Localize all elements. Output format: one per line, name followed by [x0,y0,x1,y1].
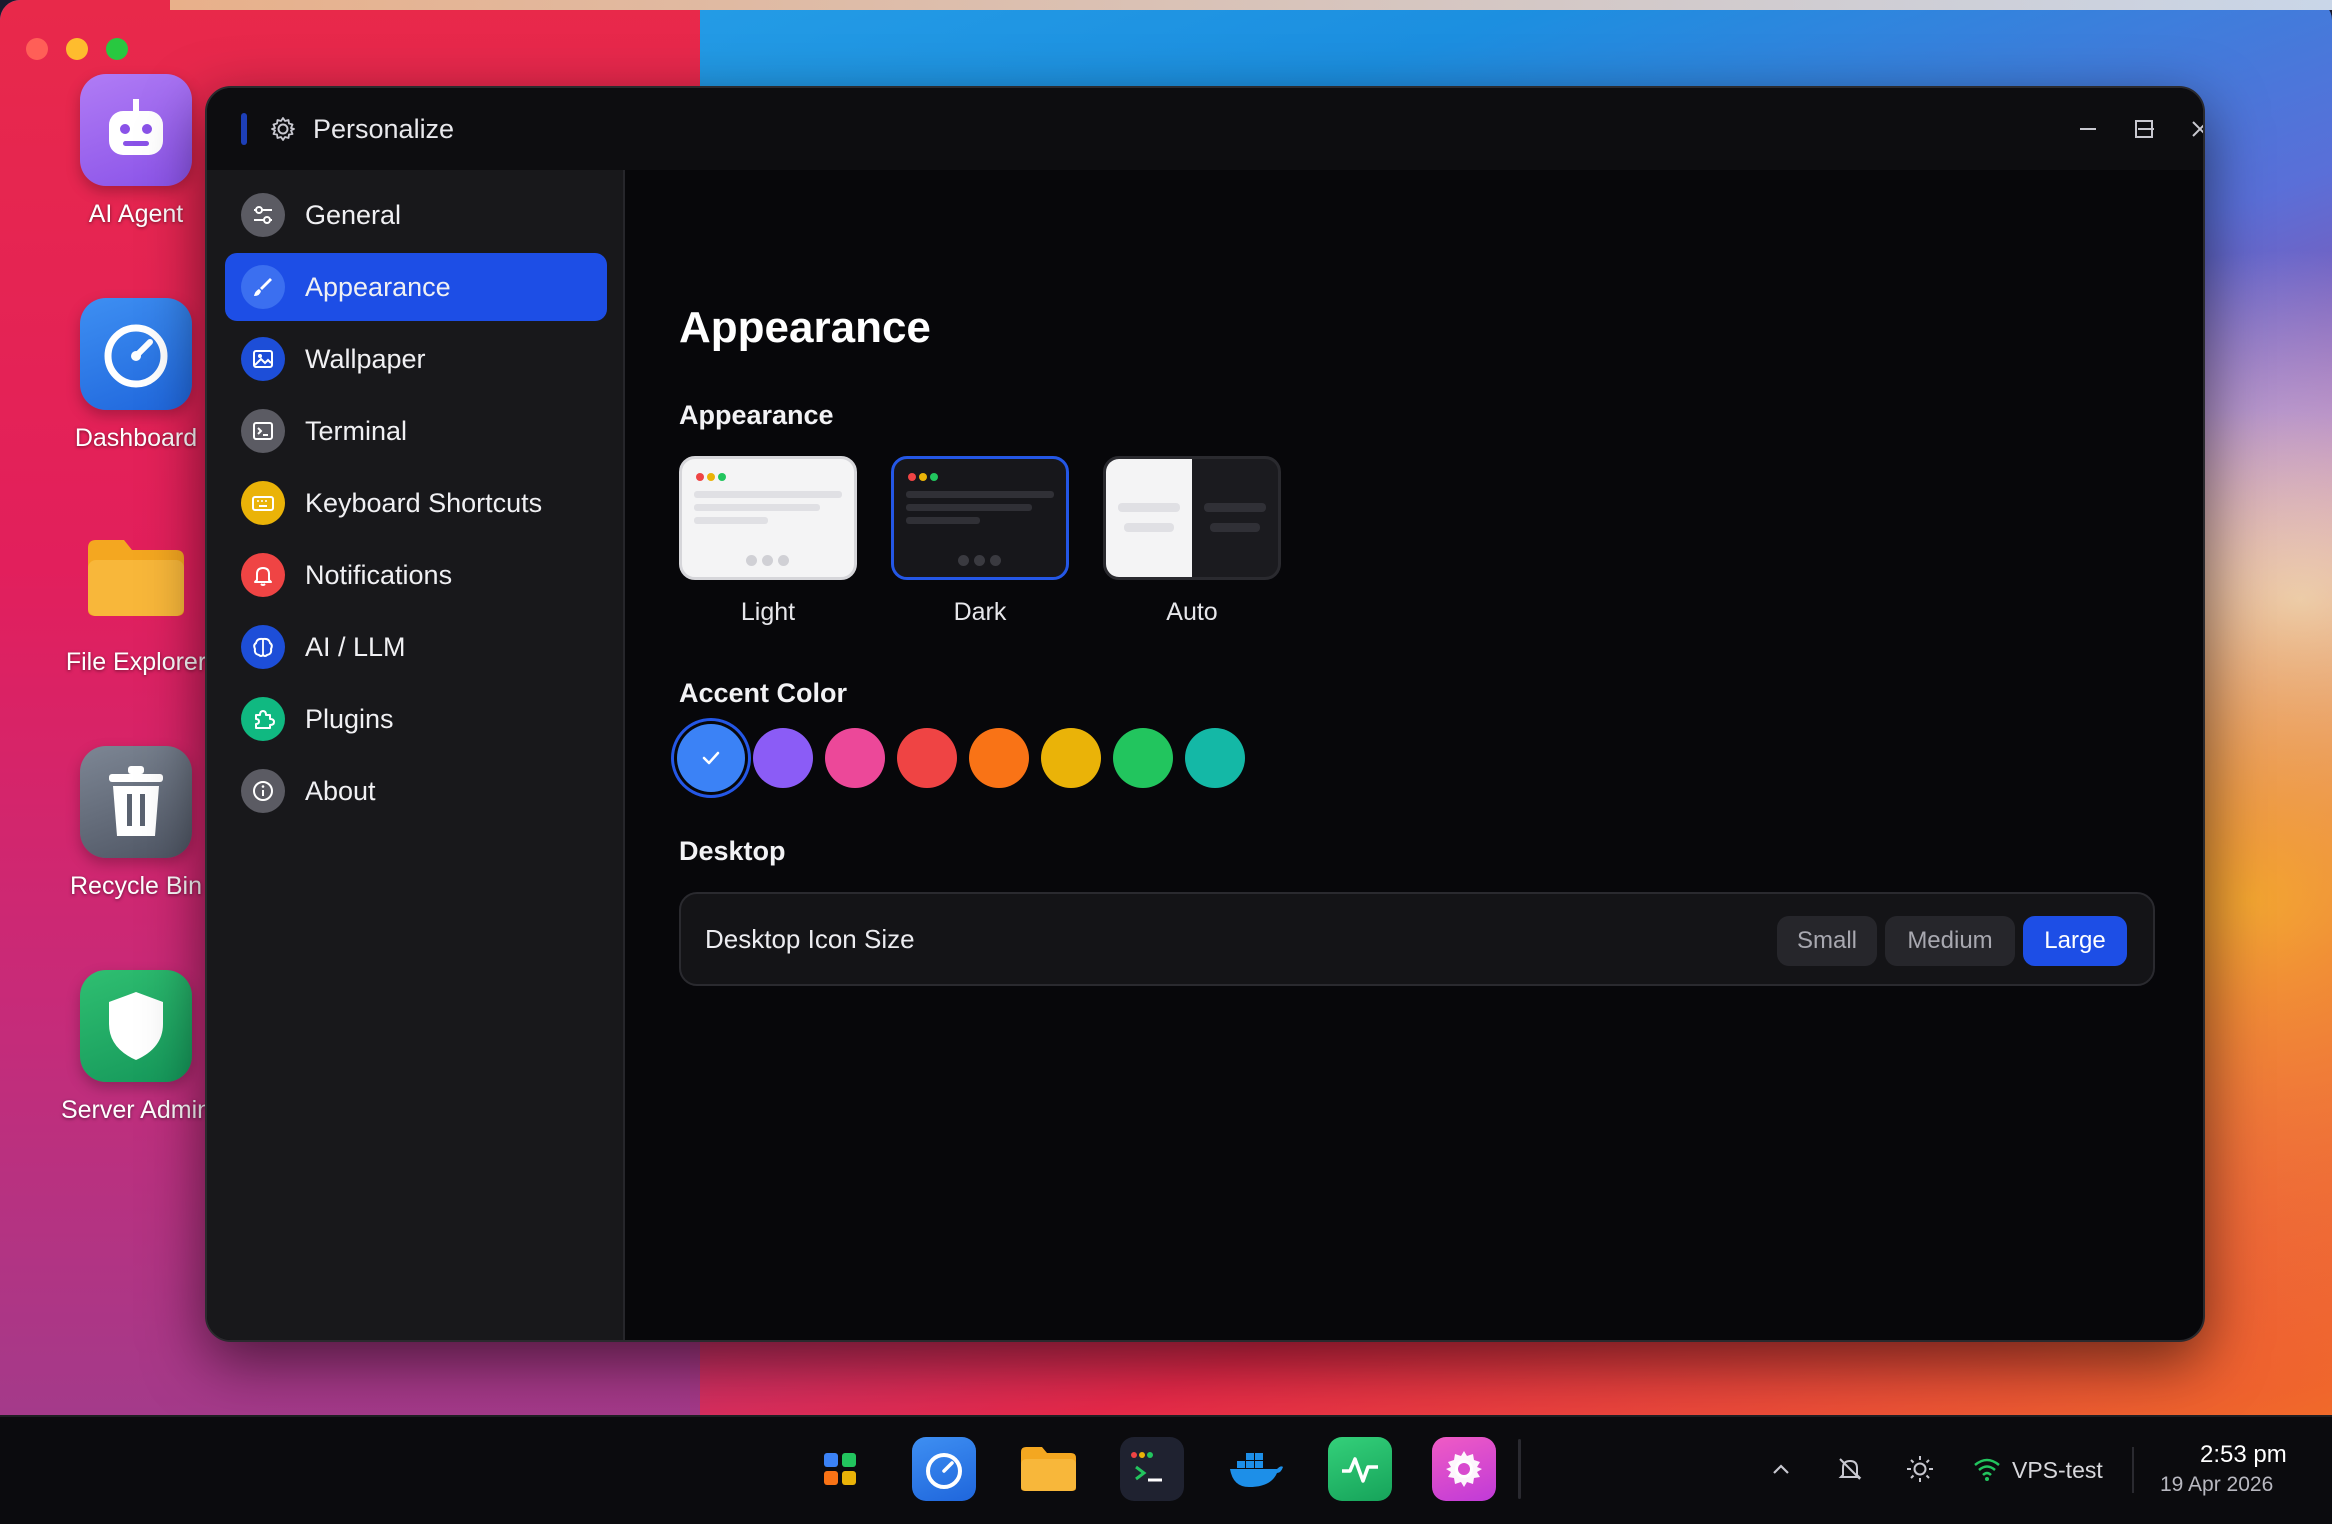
window-titlebar[interactable]: Personalize [207,88,2203,170]
desktop-section-heading: Desktop [679,836,786,866]
sidebar-item-keyboard-shortcuts[interactable]: Keyboard Shortcuts [225,469,607,537]
taskbar-divider [1518,1439,1521,1499]
title-accent-bar [241,113,247,145]
desktop-icon-size-label: Desktop Icon Size [705,924,915,954]
sidebar-item-label: Notifications [305,559,453,590]
brush-icon [241,265,285,309]
robot-icon [80,74,192,186]
maximize-icon [2135,120,2153,138]
network-name[interactable]: VPS-test [2012,1457,2103,1484]
maximize-button[interactable] [2125,110,2163,148]
sidebar-item-label: Terminal [305,415,408,446]
sidebar-item-label: AI / LLM [305,631,406,662]
activity-icon[interactable] [1328,1437,1392,1501]
bell-off-icon[interactable] [1834,1453,1866,1485]
taskbar: VPS-test 2:53 pm 19 Apr 2026 [0,1415,2332,1524]
theme-option-light[interactable] [679,456,857,580]
sidebar-item-label: General [305,199,402,230]
speedometer-icon [80,298,192,410]
accent-swatch-purple[interactable] [753,728,813,788]
personalize-window: Personalize General Appearance Wallpaper… [205,86,2205,1342]
settings-sidebar: General Appearance Wallpaper Terminal Ke… [207,170,625,1340]
docker-icon[interactable] [1224,1437,1288,1501]
theme-option-label: Light [740,598,796,626]
check-icon [702,751,720,765]
dashboard-icon[interactable] [912,1437,976,1501]
zoom-traffic-light[interactable] [106,38,128,60]
sidebar-item-terminal[interactable]: Terminal [225,397,607,465]
tray-divider [2132,1447,2134,1493]
clock-date[interactable]: 19 Apr 2026 [2160,1473,2273,1497]
close-button[interactable] [2181,110,2203,148]
sun-icon[interactable] [1904,1453,1936,1485]
sidebar-item-general[interactable]: General [225,181,607,249]
theme-option-dark[interactable] [891,456,1069,580]
size-option-small[interactable]: Small [1777,916,1877,966]
shield-icon [80,970,192,1082]
wallpaper-top-edge [170,0,2332,10]
sidebar-item-wallpaper[interactable]: Wallpaper [225,325,607,393]
page-title: Appearance [679,303,931,352]
gear-icon [271,117,295,141]
wifi-icon[interactable] [1972,1455,2002,1483]
sidebar-item-label: Plugins [305,703,394,734]
theme-option-label: Auto [1166,598,1218,626]
minimize-traffic-light[interactable] [66,38,88,60]
brain-icon [241,625,285,669]
theme-option-auto[interactable] [1103,456,1281,580]
trash-icon [80,746,192,858]
bell-icon [241,553,285,597]
clock-time[interactable]: 2:53 pm [2200,1441,2287,1469]
sidebar-item-label: Keyboard Shortcuts [305,487,543,518]
accent-swatch-red[interactable] [897,728,957,788]
sidebar-item-about[interactable]: About [225,757,607,825]
minimize-button[interactable] [2069,110,2107,148]
appearance-section-heading: Appearance [679,400,834,430]
image-icon [241,337,285,381]
close-traffic-light[interactable] [26,38,48,60]
accent-swatch-pink[interactable] [825,728,885,788]
keyboard-icon [241,481,285,525]
accent-swatch-yellow[interactable] [1041,728,1101,788]
folder-icon [80,522,192,634]
folder-icon[interactable] [1016,1437,1080,1501]
terminal-icon [241,409,285,453]
accent-color-heading: Accent Color [679,678,848,708]
settings-icon[interactable] [1432,1437,1496,1501]
sidebar-item-label: Wallpaper [305,343,426,374]
theme-option-label: Dark [953,598,1007,626]
settings-content: Appearance Appearance Light Dark Auto Ac… [627,170,2203,1340]
minimize-icon [2080,128,2096,130]
terminal-icon[interactable] [1120,1437,1184,1501]
sidebar-item-appearance[interactable]: Appearance [225,253,607,321]
sidebar-item-plugins[interactable]: Plugins [225,685,607,753]
sidebar-item-label: About [305,775,376,806]
sliders-icon [241,193,285,237]
info-icon [241,769,285,813]
accent-swatch-teal[interactable] [1185,728,1245,788]
accent-swatch-green[interactable] [1113,728,1173,788]
size-option-large[interactable]: Large [2023,916,2127,966]
accent-swatch-blue[interactable] [677,724,745,792]
puzzle-icon [241,697,285,741]
close-icon [2192,121,2203,137]
window-title: Personalize [313,113,455,144]
start-icon[interactable] [808,1437,872,1501]
sidebar-item-ai-llm[interactable]: AI / LLM [225,613,607,681]
sidebar-item-notifications[interactable]: Notifications [225,541,607,609]
chevron-up-icon[interactable] [1768,1457,1794,1483]
size-option-medium[interactable]: Medium [1885,916,2015,966]
desktop-icon-size-row: Desktop Icon Size Small Medium Large [679,892,2155,986]
sidebar-item-label: Appearance [305,271,451,302]
accent-swatch-orange[interactable] [969,728,1029,788]
